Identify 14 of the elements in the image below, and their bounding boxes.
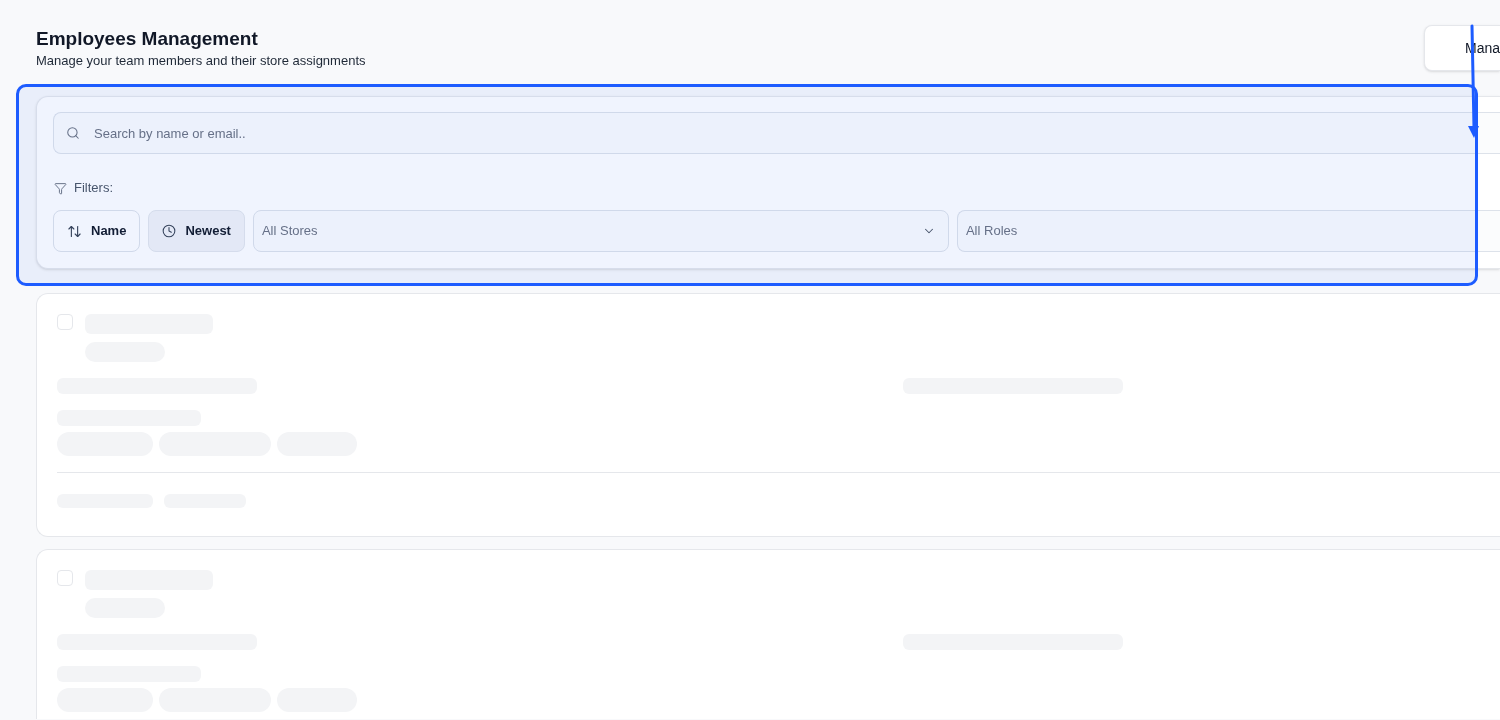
filters-label: Filters: xyxy=(74,180,113,196)
checkbox[interactable] xyxy=(57,570,73,586)
clock-icon xyxy=(162,224,177,238)
search-icon xyxy=(66,126,80,140)
page-title: Employees Management xyxy=(36,27,259,51)
dropdown-select[interactable]: All Roles xyxy=(956,210,1500,252)
sort-button[interactable]: Name xyxy=(53,210,141,252)
filter-icon xyxy=(54,181,67,195)
dropdown-select[interactable]: All Stores xyxy=(252,210,949,252)
search-field[interactable]: Search by name or email.. xyxy=(53,112,1500,154)
checkbox[interactable] xyxy=(57,314,73,330)
arrows-up-down-icon xyxy=(67,223,82,239)
sort-button[interactable]: Newest xyxy=(148,210,245,252)
page-subtitle: Manage your team members and their store assignments xyxy=(36,52,366,70)
